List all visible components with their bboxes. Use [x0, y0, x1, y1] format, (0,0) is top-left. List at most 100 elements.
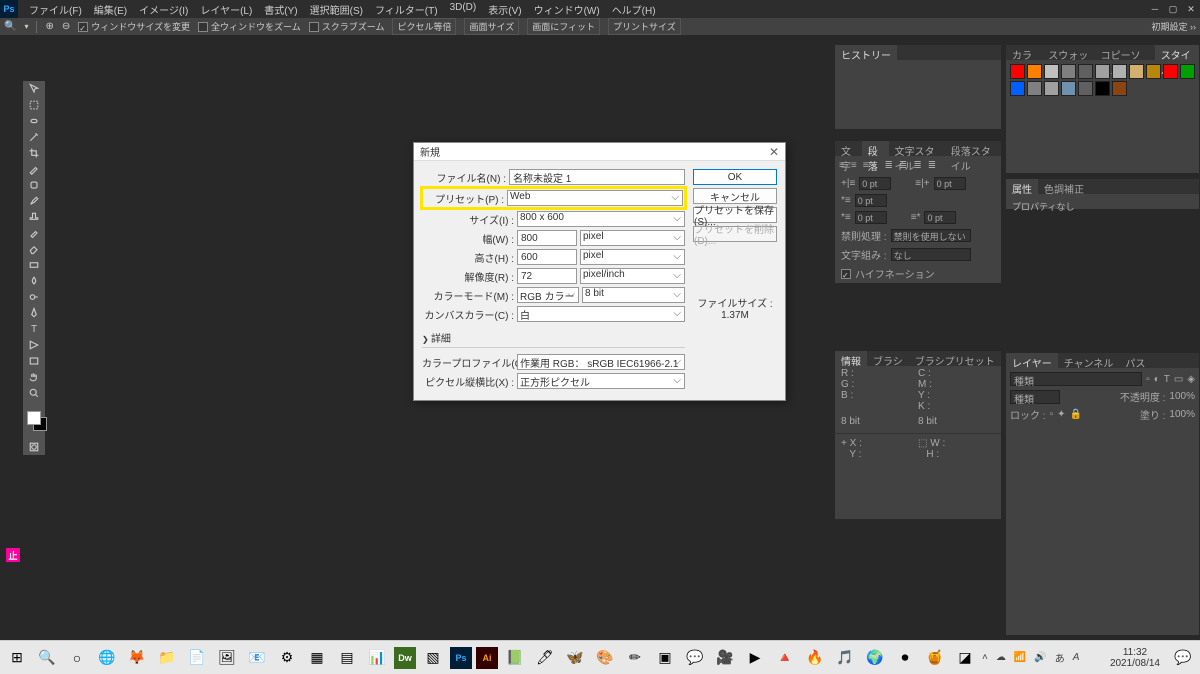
width-unit-select[interactable]: pixel: [580, 230, 685, 246]
type-tool[interactable]: T: [23, 321, 45, 337]
blend-mode-select[interactable]: 種類: [1010, 390, 1060, 404]
chrome-icon[interactable]: 🌐: [94, 645, 120, 671]
advanced-toggle[interactable]: 詳細: [422, 328, 685, 348]
firefox-icon[interactable]: 🦊: [124, 645, 150, 671]
first-line-input[interactable]: [855, 194, 887, 207]
filter-shape-icon[interactable]: ▭: [1174, 374, 1183, 385]
lock-pixels-icon[interactable]: ▫: [1050, 409, 1054, 420]
style-swatch[interactable]: [1044, 64, 1059, 79]
vlc-icon[interactable]: 🔺: [772, 645, 798, 671]
app-icon-14[interactable]: ◪: [952, 645, 978, 671]
zoom-tool[interactable]: [23, 385, 45, 401]
style-swatch[interactable]: [1061, 81, 1076, 96]
menu-3d[interactable]: 3D(D): [445, 0, 482, 19]
indent-right-input[interactable]: [934, 177, 966, 190]
justify-right-icon[interactable]: ≣: [913, 160, 921, 171]
style-swatch[interactable]: [1027, 64, 1042, 79]
style-swatch[interactable]: [1078, 64, 1093, 79]
zoom-tool-icon[interactable]: 🔍: [4, 21, 16, 32]
copysource-tab[interactable]: コピーソース: [1095, 45, 1155, 60]
style-swatch[interactable]: [1112, 81, 1127, 96]
colormode-select[interactable]: RGB カラー: [517, 287, 579, 303]
style-swatch[interactable]: [1095, 64, 1110, 79]
app-icon-11[interactable]: 🎵: [832, 645, 858, 671]
app-icon-3[interactable]: 📊: [364, 645, 390, 671]
app-icon-5[interactable]: 🦋: [562, 645, 588, 671]
pixel-ratio-select[interactable]: 正方形ピクセル: [517, 373, 685, 389]
shape-tool[interactable]: [23, 353, 45, 369]
style-swatch[interactable]: [1010, 81, 1025, 96]
scrubby-zoom-checkbox[interactable]: [309, 22, 319, 32]
style-swatch[interactable]: [1027, 81, 1042, 96]
brush-tab[interactable]: ブラシ: [867, 351, 909, 366]
pen-tool[interactable]: [23, 305, 45, 321]
foreground-color[interactable]: [27, 411, 41, 425]
ime-indicator[interactable]: 止: [6, 548, 20, 562]
record-icon[interactable]: ⏺: [892, 645, 918, 671]
app-icon-12[interactable]: 🌍: [862, 645, 888, 671]
styles-tab[interactable]: スタイル: [1155, 45, 1199, 60]
menu-image[interactable]: イメージ(I): [134, 0, 193, 19]
dodge-tool[interactable]: [23, 289, 45, 305]
filter-pixel-icon[interactable]: ▫: [1146, 374, 1150, 385]
workspace-switcher[interactable]: 初期設定 ››: [1152, 20, 1197, 33]
skype-icon[interactable]: 💬: [682, 645, 708, 671]
justify-left-icon[interactable]: ≣: [885, 160, 893, 171]
indent-left-input[interactable]: [859, 177, 891, 190]
photoshop-taskbar-icon[interactable]: Ps: [450, 647, 472, 669]
filename-input[interactable]: [509, 169, 685, 185]
char-tab[interactable]: 文字: [835, 141, 862, 156]
app-icon-8[interactable]: ▣: [652, 645, 678, 671]
hyphenation-checkbox[interactable]: [841, 269, 851, 279]
dialog-close-button[interactable]: ✕: [769, 145, 779, 159]
start-button[interactable]: ⊞: [4, 645, 30, 671]
mojikumi-select[interactable]: なし: [891, 248, 971, 261]
filter-smart-icon[interactable]: ◈: [1187, 374, 1195, 385]
resolution-input[interactable]: [517, 268, 577, 284]
sublime-icon[interactable]: ▧: [420, 645, 446, 671]
height-unit-select[interactable]: pixel: [580, 249, 685, 265]
app-icon-6[interactable]: 🎨: [592, 645, 618, 671]
cortana-icon[interactable]: ○: [64, 645, 90, 671]
align-left-icon[interactable]: ≡: [839, 160, 845, 171]
info-tab[interactable]: 情報: [835, 351, 867, 366]
menu-window[interactable]: ウィンドウ(W): [529, 0, 605, 19]
taskbar-clock[interactable]: 11:322021/08/14: [1104, 647, 1166, 669]
style-swatch[interactable]: [1112, 64, 1127, 79]
move-tool[interactable]: [23, 81, 45, 97]
swatches-tab[interactable]: スウォッチ: [1042, 45, 1094, 60]
app-icon-9[interactable]: ▶: [742, 645, 768, 671]
char-style-tab[interactable]: 文字スタイル: [889, 141, 945, 156]
eyedropper-tool[interactable]: [23, 161, 45, 177]
style-swatch[interactable]: [1061, 64, 1076, 79]
style-swatch[interactable]: [1129, 64, 1144, 79]
heal-tool[interactable]: [23, 177, 45, 193]
notepad-icon[interactable]: 📄: [184, 645, 210, 671]
explorer-icon[interactable]: 📁: [154, 645, 180, 671]
justify-center-icon[interactable]: ≣: [899, 160, 907, 171]
settings-icon[interactable]: ⚙: [274, 645, 300, 671]
style-swatch[interactable]: [1044, 81, 1059, 96]
notifications-icon[interactable]: 💬: [1170, 645, 1196, 671]
minimize-button[interactable]: ─: [1146, 2, 1164, 16]
app-icon-10[interactable]: 🔥: [802, 645, 828, 671]
adjustments-tab[interactable]: 色調補正: [1038, 179, 1090, 194]
path-tool[interactable]: [23, 337, 45, 353]
excel-icon[interactable]: 📗: [502, 645, 528, 671]
fill-screen-button[interactable]: 画面にフィット: [527, 18, 600, 35]
tray-font-icon[interactable]: A: [1073, 652, 1080, 663]
photos-icon[interactable]: 🖼: [214, 645, 240, 671]
width-input[interactable]: [517, 230, 577, 246]
color-swatches[interactable]: [25, 409, 43, 437]
filter-adjust-icon[interactable]: ◐: [1154, 374, 1160, 385]
history-tab[interactable]: ヒストリー: [835, 45, 897, 60]
justify-all-icon[interactable]: ≣: [928, 160, 936, 171]
tray-ime-icon[interactable]: あ: [1055, 650, 1065, 665]
app-icon-7[interactable]: ✏: [622, 645, 648, 671]
para-style-tab[interactable]: 段落スタイル: [945, 141, 1001, 156]
blur-tool[interactable]: [23, 273, 45, 289]
style-swatch[interactable]: [1163, 64, 1178, 79]
menu-type[interactable]: 書式(Y): [259, 0, 302, 19]
tray-chevron-icon[interactable]: ˄: [982, 652, 988, 663]
app-icon-2[interactable]: ▤: [334, 645, 360, 671]
